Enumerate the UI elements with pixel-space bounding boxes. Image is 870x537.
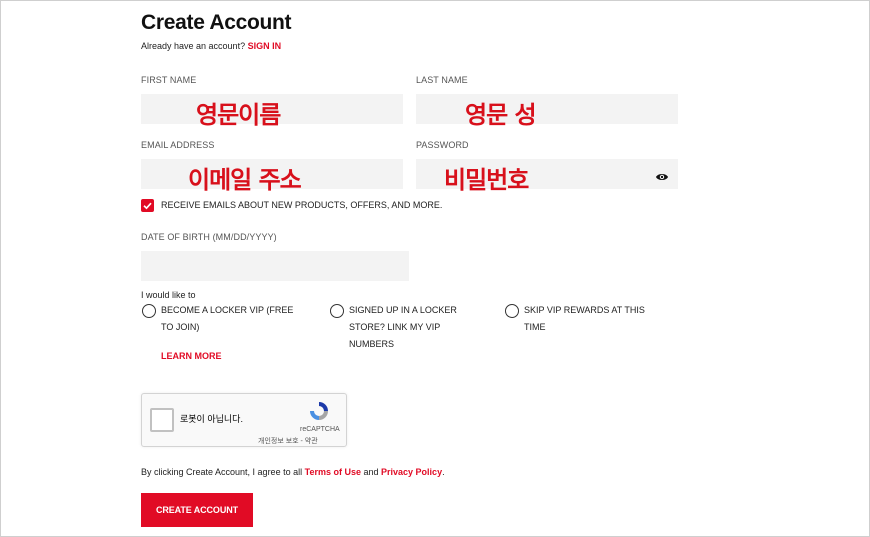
recaptcha-logo-icon <box>308 400 330 422</box>
terms-suffix: . <box>442 467 445 477</box>
email-annotation: 이메일 주소 <box>188 166 302 194</box>
password-annotation: 비밀번호 <box>444 166 529 194</box>
signin-prompt-text: Already have an account? <box>141 41 246 51</box>
vip-option-link-line2: STORE? LINK MY VIP <box>349 322 441 332</box>
dob-field[interactable] <box>141 251 409 281</box>
recaptcha-label: 로봇이 아닙니다. <box>180 414 243 424</box>
dob-label: DATE OF BIRTH (MM/DD/YYYY) <box>141 232 277 242</box>
privacy-policy-link[interactable]: Privacy Policy <box>381 467 442 477</box>
learn-more-link[interactable]: LEARN MORE <box>161 351 222 361</box>
vip-option-link-line1: SIGNED UP IN A LOCKER <box>349 305 457 315</box>
checkmark-icon <box>143 202 152 210</box>
terms-of-use-link[interactable]: Terms of Use <box>305 467 361 477</box>
eye-icon[interactable] <box>655 169 669 180</box>
vip-option-link-line3: NUMBERS <box>349 339 395 349</box>
page-title: Create Account <box>141 11 292 34</box>
signin-link[interactable]: SIGN IN <box>248 41 282 51</box>
terms-prefix: By clicking Create Account, I agree to a… <box>141 467 303 477</box>
recaptcha-checkbox[interactable] <box>150 408 174 432</box>
vip-prompt: I would like to <box>141 290 196 300</box>
recaptcha-brand: reCAPTCHA <box>300 426 340 433</box>
last-name-annotation: 영문 성 <box>465 101 537 129</box>
last-name-label: LAST NAME <box>416 75 468 85</box>
receive-emails-label: RECEIVE EMAILS ABOUT NEW PRODUCTS, OFFER… <box>161 200 443 210</box>
email-label: EMAIL ADDRESS <box>141 140 215 150</box>
vip-option-become-radio[interactable] <box>142 304 156 318</box>
password-label: PASSWORD <box>416 140 469 150</box>
create-account-button[interactable]: CREATE ACCOUNT <box>141 493 253 527</box>
vip-option-link-label: SIGNED UP IN A LOCKER STORE? LINK MY VIP… <box>349 302 457 353</box>
recaptcha-links[interactable]: 개인정보 보호 - 약관 <box>258 436 318 446</box>
terms-and: and <box>363 467 379 477</box>
first-name-annotation: 영문이름 <box>196 101 281 129</box>
vip-option-skip-line1: SKIP VIP REWARDS AT THIS <box>524 305 645 315</box>
vip-option-skip-radio[interactable] <box>505 304 519 318</box>
vip-option-skip-line2: TIME <box>524 322 546 332</box>
signin-prompt: Already have an account? SIGN IN <box>141 41 281 51</box>
vip-option-link-radio[interactable] <box>330 304 344 318</box>
receive-emails-checkbox[interactable] <box>141 199 154 212</box>
recaptcha-widget: 로봇이 아닙니다. reCAPTCHA 개인정보 보호 - 약관 <box>141 393 347 447</box>
vip-option-skip-label: SKIP VIP REWARDS AT THIS TIME <box>524 302 645 336</box>
vip-option-become-label: BECOME A LOCKER VIP (FREE TO JOIN) <box>161 302 293 336</box>
last-name-field[interactable] <box>416 94 678 124</box>
vip-option-become-line1: BECOME A LOCKER VIP (FREE <box>161 305 294 315</box>
terms-text: By clicking Create Account, I agree to a… <box>141 467 445 477</box>
first-name-label: FIRST NAME <box>141 75 197 85</box>
vip-option-become-line2: TO JOIN) <box>161 322 200 332</box>
